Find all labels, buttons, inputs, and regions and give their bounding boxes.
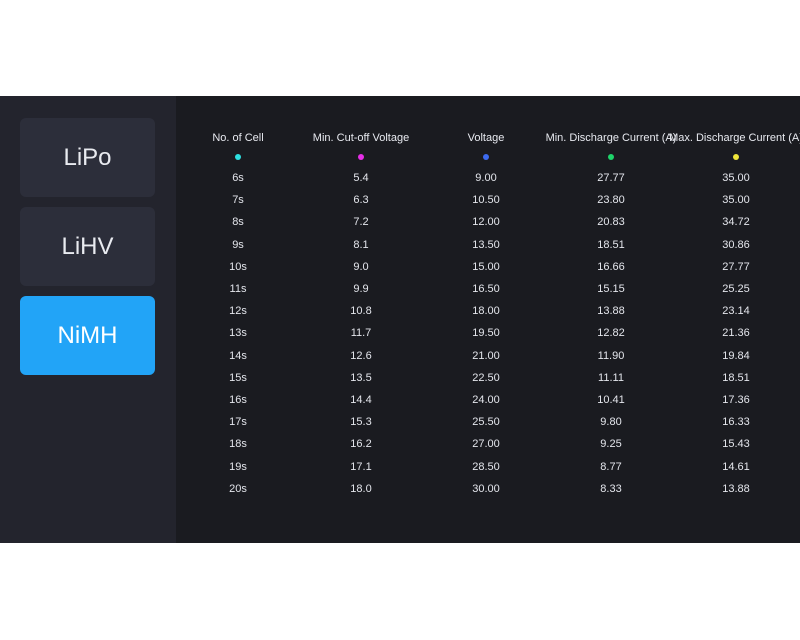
- table-cell: 13.88: [597, 305, 625, 317]
- table-cell: 15.15: [597, 283, 625, 295]
- table-cell: 28.50: [472, 461, 500, 473]
- table-cell: 23.14: [722, 305, 750, 317]
- spec-table: No. of Cell Min. Cut-off Voltage Voltage Mi…: [176, 96, 800, 543]
- table-cell: 35.00: [722, 194, 750, 206]
- table-cell: 8.1: [353, 239, 369, 251]
- table-cell: 12.00: [472, 216, 500, 228]
- table-cell: 16.50: [472, 283, 500, 295]
- min-discharge-color-dot: [608, 154, 614, 160]
- table-cell: 18.51: [597, 239, 625, 251]
- tab-lipo[interactable]: LiPo: [20, 118, 155, 197]
- table-cell: 14.61: [722, 461, 750, 473]
- max-discharge-color-dot: [733, 154, 739, 160]
- table-cell: 7.2: [353, 216, 369, 228]
- table-cell: 6s: [232, 172, 244, 184]
- table-cell: 20.83: [597, 216, 625, 228]
- table-cell: 20s: [229, 483, 247, 495]
- table-cell: 25.25: [722, 283, 750, 295]
- table-cell: 6.3: [353, 194, 369, 206]
- table-cell: 14.4: [350, 394, 372, 406]
- table-cell: 19.84: [722, 350, 750, 362]
- table-cell: 22.50: [472, 372, 500, 384]
- table-cell: 12s: [229, 305, 247, 317]
- table-cell: 15.00: [472, 261, 500, 273]
- header-min-discharge-current: Min. Discharge Current (A): [545, 132, 677, 144]
- table-cell: 9.9: [353, 283, 369, 295]
- header-max-discharge-current: Max. Discharge Current (A): [669, 132, 800, 144]
- table-cell: 7s: [232, 194, 244, 206]
- voltage-color-dot: [483, 154, 489, 160]
- table-cell: 9.0: [353, 261, 369, 273]
- table-cell: 9.25: [600, 438, 622, 450]
- cell-count-color-dot: [235, 154, 241, 160]
- table-cell: 13.5: [350, 372, 372, 384]
- battery-spec-panel: LiPo LiHV NiMH No. of Cell Min. Cut-off V…: [0, 96, 800, 543]
- table-cell: 10.8: [350, 305, 372, 317]
- table-cell: 18s: [229, 438, 247, 450]
- table-cell: 16s: [229, 394, 247, 406]
- min-cutoff-color-dot: [358, 154, 364, 160]
- table-cell: 19s: [229, 461, 247, 473]
- table-cell: 8.33: [600, 483, 622, 495]
- table-cell: 9.80: [600, 416, 622, 428]
- table-cell: 18.00: [472, 305, 500, 317]
- table-cell: 13.50: [472, 239, 500, 251]
- table-cell: 17.36: [722, 394, 750, 406]
- table-cell: 17.1: [350, 461, 372, 473]
- table-cell: 9.00: [475, 172, 497, 184]
- table-cell: 8.77: [600, 461, 622, 473]
- table-cell: 12.82: [597, 327, 625, 339]
- table-cell: 19.50: [472, 327, 500, 339]
- table-cell: 10.41: [597, 394, 625, 406]
- table-cell: 30.00: [472, 483, 500, 495]
- header-cell-count: No. of Cell: [212, 132, 264, 144]
- table-cell: 18.51: [722, 372, 750, 384]
- table-cell: 23.80: [597, 194, 625, 206]
- table-cell: 15.43: [722, 438, 750, 450]
- table-cell: 15.3: [350, 416, 372, 428]
- tab-nimh[interactable]: NiMH: [20, 296, 155, 375]
- table-cell: 18.0: [350, 483, 372, 495]
- table-cell: 8s: [232, 216, 244, 228]
- table-cell: 21.36: [722, 327, 750, 339]
- table-cell: 13s: [229, 327, 247, 339]
- tab-lihv-label: LiHV: [61, 232, 114, 260]
- table-cell: 12.6: [350, 350, 372, 362]
- table-cell: 9s: [232, 239, 244, 251]
- table-cell: 11s: [229, 283, 247, 295]
- table-cell: 35.00: [722, 172, 750, 184]
- table-cell: 11.90: [597, 350, 625, 362]
- table-cell: 27.00: [472, 438, 500, 450]
- battery-type-sidebar: LiPo LiHV NiMH: [0, 96, 176, 543]
- table-cell: 16.33: [722, 416, 750, 428]
- tab-lipo-label: LiPo: [63, 143, 112, 171]
- table-cell: 15s: [229, 372, 247, 384]
- table-cell: 5.4: [353, 172, 369, 184]
- table-cell: 27.77: [597, 172, 625, 184]
- table-cell: 10s: [229, 261, 247, 273]
- table-cell: 14s: [229, 350, 247, 362]
- table-cell: 11.11: [598, 372, 624, 384]
- tab-lihv[interactable]: LiHV: [20, 207, 155, 286]
- table-cell: 30.86: [722, 239, 750, 251]
- table-cell: 16.2: [350, 438, 372, 450]
- tab-nimh-label: NiMH: [57, 321, 118, 349]
- table-cell: 34.72: [722, 216, 750, 228]
- table-cell: 10.50: [472, 194, 500, 206]
- header-min-cutoff-voltage: Min. Cut-off Voltage: [312, 132, 410, 144]
- table-cell: 25.50: [472, 416, 500, 428]
- table-cell: 24.00: [472, 394, 500, 406]
- table-cell: 27.77: [722, 261, 750, 273]
- table-cell: 13.88: [722, 483, 750, 495]
- table-cell: 17s: [229, 416, 247, 428]
- table-cell: 11.7: [350, 327, 372, 339]
- header-voltage: Voltage: [467, 132, 505, 144]
- table-cell: 21.00: [472, 350, 500, 362]
- table-cell: 16.66: [597, 261, 625, 273]
